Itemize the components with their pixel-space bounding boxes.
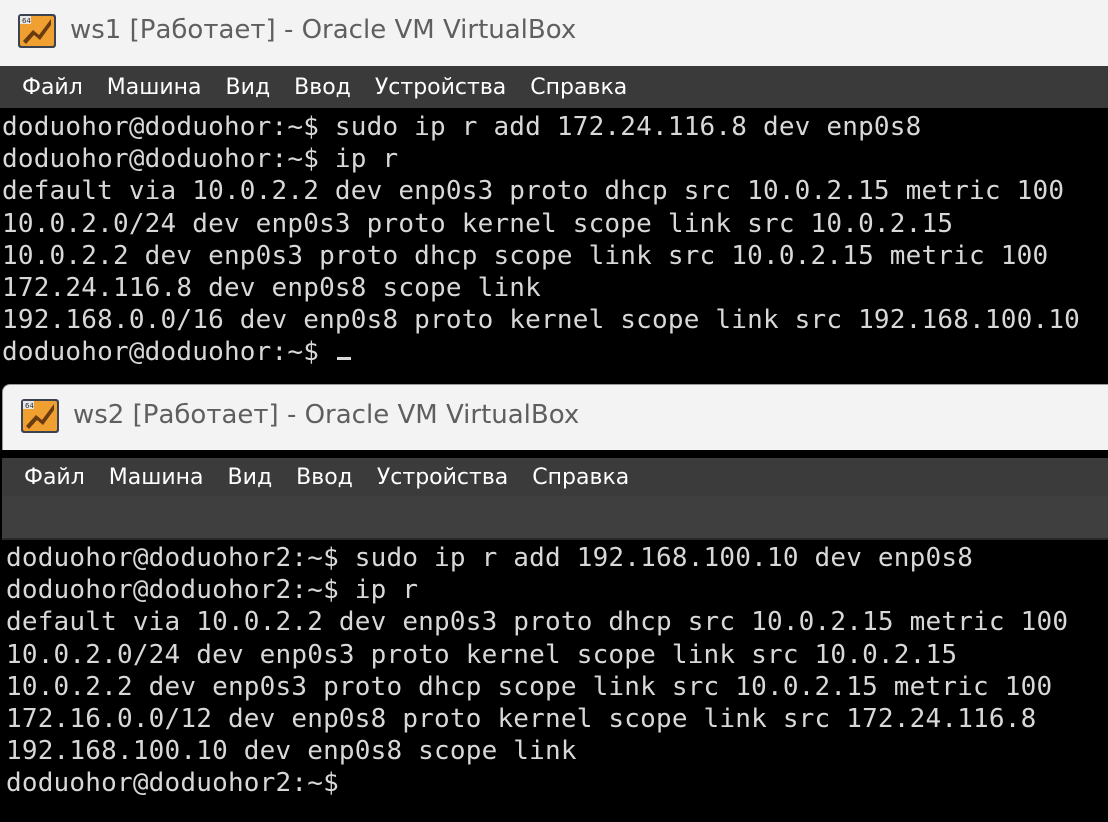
terminal-line: doduohor@doduohor:~$ sudo ip r add 172.2… xyxy=(2,112,922,142)
terminal-line: doduohor@doduohor:~$ ip r xyxy=(2,144,399,175)
terminal-console[interactable]: doduohor@doduohor:~$ sudo ip r add 172.2… xyxy=(0,108,1108,384)
menu-bar: Файл Машина Вид Ввод Устройства Справка xyxy=(0,66,1108,108)
menu-help[interactable]: Справка xyxy=(518,71,639,104)
terminal-prompt-line: doduohor@doduohor:~$ xyxy=(2,336,1108,368)
window-titlebar[interactable]: 64 ws2 [Работает] - Oracle VM VirtualBox xyxy=(2,384,1108,450)
window-title: ws2 [Работает] - Oracle VM VirtualBox xyxy=(73,400,580,430)
terminal-line: 10.0.2.2 dev enp0s3 proto dhcp scope lin… xyxy=(2,240,1049,271)
menu-input[interactable]: Ввод xyxy=(282,71,363,104)
terminal-console[interactable]: doduohor@doduohor2:~$ sudo ip r add 192.… xyxy=(2,542,1108,822)
terminal-line: 10.0.2.0/24 dev enp0s3 proto kernel scop… xyxy=(2,208,954,239)
terminal-line: 192.168.100.10 dev enp0s8 scope link xyxy=(6,736,577,767)
menu-input[interactable]: Ввод xyxy=(284,461,365,494)
text-cursor xyxy=(336,357,351,361)
terminal-line: 192.168.0.0/16 dev enp0s8 proto kernel s… xyxy=(2,305,1081,336)
terminal-prompt-line: doduohor@doduohor2:~$ xyxy=(6,768,339,799)
menu-machine[interactable]: Машина xyxy=(97,461,216,494)
virtualbox-icon: 64 xyxy=(21,399,59,433)
window-titlebar[interactable]: 64 ws1 [Работает] - Oracle VM VirtualBox xyxy=(0,0,1108,66)
menu-view[interactable]: Вид xyxy=(216,461,285,494)
menu-view[interactable]: Вид xyxy=(214,71,283,104)
menu-devices[interactable]: Устройства xyxy=(363,71,518,104)
terminal-line: default via 10.0.2.2 dev enp0s3 proto dh… xyxy=(2,176,1065,207)
menu-file[interactable]: Файл xyxy=(10,71,95,104)
menu-bar: Файл Машина Вид Ввод Устройства Справка xyxy=(2,458,1108,496)
svg-text:64: 64 xyxy=(22,17,31,25)
terminal-prompt: doduohor@doduohor:~$ xyxy=(2,337,335,368)
terminal-line: 10.0.2.2 dev enp0s3 proto dhcp scope lin… xyxy=(6,671,1053,702)
vm-window-ws2: 64 ws2 [Работает] - Oracle VM VirtualBox… xyxy=(2,384,1108,822)
terminal-line: doduohor@doduohor2:~$ ip r xyxy=(6,575,419,606)
terminal-line: default via 10.0.2.2 dev enp0s3 proto dh… xyxy=(6,607,1069,638)
vm-window-ws1: 64 ws1 [Работает] - Oracle VM VirtualBox… xyxy=(0,0,1108,384)
svg-text:64: 64 xyxy=(25,402,34,410)
virtualbox-icon: 64 xyxy=(18,14,56,48)
menu-machine[interactable]: Машина xyxy=(95,71,214,104)
toolbar-strip xyxy=(2,496,1108,540)
menu-file[interactable]: Файл xyxy=(12,461,97,494)
window-title: ws1 [Работает] - Oracle VM VirtualBox xyxy=(70,15,577,45)
terminal-line: 172.24.116.8 dev enp0s8 scope link xyxy=(2,272,542,303)
menu-help[interactable]: Справка xyxy=(520,461,641,494)
menu-devices[interactable]: Устройства xyxy=(365,461,520,494)
terminal-line: doduohor@doduohor2:~$ sudo ip r add 192.… xyxy=(6,543,974,573)
terminal-line: 10.0.2.0/24 dev enp0s3 proto kernel scop… xyxy=(6,639,958,670)
terminal-line: 172.16.0.0/12 dev enp0s8 proto kernel sc… xyxy=(6,703,1037,734)
